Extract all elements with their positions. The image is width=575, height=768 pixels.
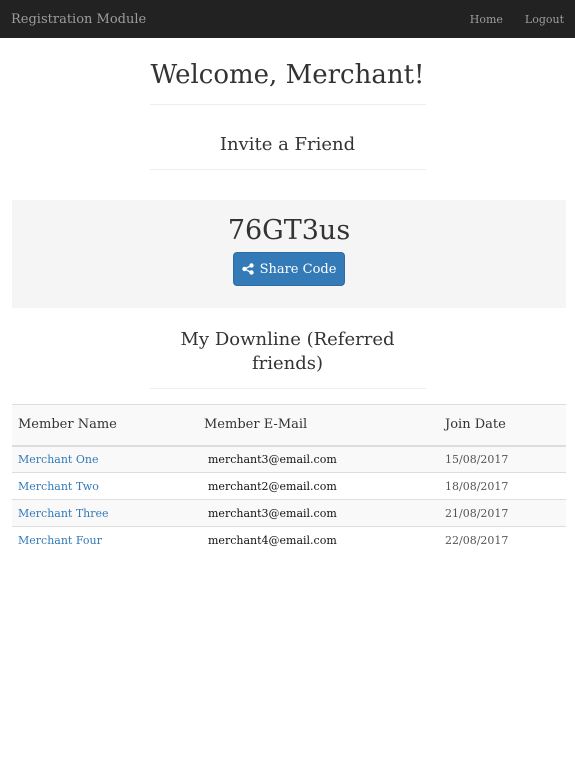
join-date-cell: 18/08/2017	[439, 472, 566, 500]
nav-links: Home Logout	[470, 13, 564, 26]
nav-home-link[interactable]: Home	[470, 13, 503, 26]
share-icon	[241, 263, 254, 275]
share-code-label: Share Code	[259, 261, 337, 277]
share-code-button[interactable]: Share Code	[233, 252, 345, 286]
member-name-link[interactable]: Merchant Three	[18, 507, 109, 520]
column-header-name: Member Name	[12, 404, 198, 447]
table-row: Merchant Three merchant3@email.com 21/08…	[12, 499, 566, 527]
join-date-cell: 21/08/2017	[439, 499, 566, 527]
invite-header: Invite a Friend	[149, 133, 426, 170]
join-date-cell: 22/08/2017	[439, 526, 566, 554]
invite-code: 76GT3us	[227, 215, 351, 246]
table-header-row: Member Name Member E-Mail Join Date	[12, 404, 566, 447]
member-name-cell: Merchant Three	[12, 499, 198, 527]
welcome-header: Welcome, Merchant!	[149, 58, 426, 105]
member-email-cell: merchant4@email.com	[198, 526, 439, 554]
column-header-email: Member E-Mail	[198, 404, 439, 447]
nav-logout-link[interactable]: Logout	[525, 13, 564, 26]
downline-table: Member Name Member E-Mail Join Date Merc…	[12, 404, 566, 554]
member-name-cell: Merchant Four	[12, 526, 198, 554]
downline-header: My Downline (Referred friends)	[149, 328, 426, 389]
member-email-cell: merchant2@email.com	[198, 472, 439, 500]
member-name-link[interactable]: Merchant One	[18, 453, 98, 466]
table-row: Merchant Four merchant4@email.com 22/08/…	[12, 526, 566, 554]
table-row: Merchant One merchant3@email.com 15/08/2…	[12, 445, 566, 473]
member-name-link[interactable]: Merchant Four	[18, 534, 102, 547]
join-date-cell: 15/08/2017	[439, 445, 566, 473]
invite-code-panel: 76GT3us Share Code	[12, 200, 566, 308]
member-name-cell: Merchant Two	[12, 472, 198, 500]
navbar: Registration Module Home Logout	[0, 0, 575, 38]
downline-title: My Downline (Referred friends)	[180, 329, 395, 374]
column-header-join-date: Join Date	[439, 404, 566, 447]
member-email-cell: merchant3@email.com	[198, 445, 439, 473]
downline-table-container: Member Name Member E-Mail Join Date Merc…	[12, 404, 566, 554]
table-row: Merchant Two merchant2@email.com 18/08/2…	[12, 472, 566, 500]
member-name-cell: Merchant One	[12, 445, 198, 473]
invite-title: Invite a Friend	[219, 134, 356, 155]
brand-link[interactable]: Registration Module	[11, 12, 146, 27]
page-title: Welcome, Merchant!	[150, 60, 425, 90]
member-name-link[interactable]: Merchant Two	[18, 480, 99, 493]
member-email-cell: merchant3@email.com	[198, 499, 439, 527]
